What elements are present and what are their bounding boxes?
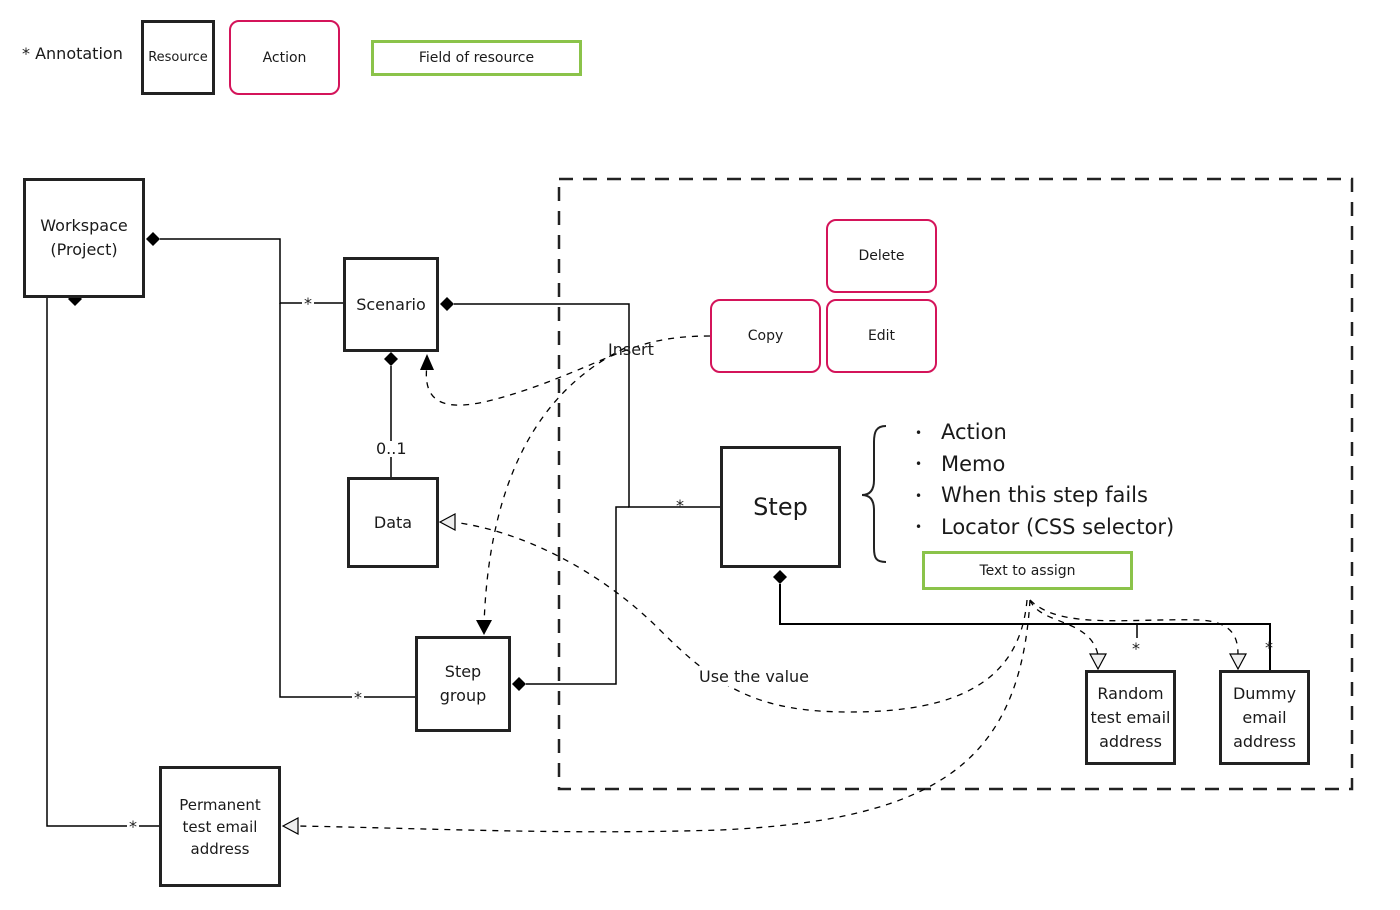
step-group-multiplicity: * (352, 688, 364, 707)
permanent-label-line2: test email (182, 817, 258, 836)
legend-annotation: * Annotation (22, 44, 123, 63)
permanent-label-line3: address (190, 839, 250, 858)
legend-action: Action (229, 20, 340, 95)
legend-resource-label: Resource (148, 49, 208, 65)
text-to-assign-field[interactable]: Text to assign (922, 551, 1133, 590)
stepgroup-step-diamond (512, 677, 526, 691)
data-realization-arrowhead (438, 513, 456, 531)
scenario-insert-arrowhead (420, 354, 434, 370)
copy-label: Copy (747, 328, 784, 344)
insert-label: Insert (608, 340, 654, 359)
scenario-multiplicity: * (302, 294, 314, 313)
dummy-email-resource[interactable]: Dummy email address (1219, 670, 1310, 765)
step-group-label-line1: Step (444, 662, 482, 681)
stepgroup-insert-arrowhead (476, 620, 492, 635)
text-to-assign-label: Text to assign (979, 562, 1076, 579)
step-field-locator: Locator (CSS selector) (941, 514, 1175, 539)
step-field-when-fails: When this step fails (941, 483, 1148, 507)
workspace-permanent-link (46, 298, 159, 827)
dummy-label-line2: email (1242, 707, 1287, 727)
scenario-resource[interactable]: Scenario (343, 257, 439, 352)
dummy-label-line3: address (1233, 731, 1296, 751)
step-fields-list: Action Memo When this step fails Locator… (915, 417, 1174, 543)
random-realization-arrowhead (1089, 653, 1107, 671)
scenario-data-diamond (384, 352, 398, 366)
step-field-item: Memo (915, 449, 1174, 481)
step-field-item: Locator (CSS selector) (915, 512, 1174, 544)
scenario-step-link (454, 303, 720, 508)
use-value-to-permanent-arrow (295, 599, 1031, 833)
permanent-multiplicity: * (127, 817, 139, 836)
workspace-label-line2: (Project) (50, 240, 118, 259)
scenario-label: Scenario (356, 294, 426, 314)
edit-action[interactable]: Edit (826, 299, 937, 373)
step-email-link (779, 584, 1271, 670)
step-field-item: Action (915, 417, 1174, 449)
legend-action-label: Action (262, 49, 307, 66)
data-label: Data (373, 512, 413, 532)
random-multiplicity: * (1132, 639, 1140, 658)
dummy-realization-arrowhead (1229, 653, 1247, 671)
dummy-label-line1: Dummy (1232, 683, 1297, 703)
permanent-email-resource[interactable]: Permanent test email address (159, 766, 281, 887)
random-label-line1: Random (1097, 683, 1164, 703)
step-field-memo: Memo (941, 451, 1006, 476)
random-label-line2: test email (1090, 707, 1171, 727)
stepgroup-step-link (526, 506, 629, 685)
data-multiplicity: 0..1 (374, 439, 409, 458)
random-label-line3: address (1099, 731, 1162, 751)
random-email-resource[interactable]: Random test email address (1085, 670, 1176, 765)
workspace-composition-diamond (146, 232, 160, 246)
use-value-label: Use the value (699, 667, 810, 686)
copy-action[interactable]: Copy (710, 299, 821, 373)
workspace-resource[interactable]: Workspace (Project) (23, 178, 145, 298)
permanent-realization-arrowhead (281, 817, 299, 835)
legend-resource: Resource (141, 20, 215, 95)
workspace-label-line1: Workspace (40, 216, 128, 235)
insert-to-scenario-arrow (425, 335, 711, 406)
legend-field-label: Field of resource (418, 50, 535, 66)
workspace-scenario-link (160, 238, 343, 304)
data-resource[interactable]: Data (347, 477, 439, 568)
step-label: Step (753, 493, 808, 521)
step-multiplicity: * (676, 496, 684, 515)
edit-label: Edit (867, 328, 896, 344)
step-field-item: When this step fails (915, 480, 1174, 512)
legend-field: Field of resource (371, 40, 582, 76)
dummy-multiplicity: * (1265, 638, 1273, 657)
scenario-step-diamond (440, 297, 454, 311)
fields-brace (861, 425, 887, 563)
step-group-resource[interactable]: Step group (415, 636, 511, 732)
step-resource[interactable]: Step (720, 446, 841, 568)
insert-to-stepgroup-arrow (483, 347, 626, 626)
step-composition-diamond (773, 570, 787, 584)
step-group-label-line2: group (439, 686, 487, 705)
delete-label: Delete (858, 248, 905, 264)
permanent-label-line1: Permanent (179, 795, 261, 814)
delete-action[interactable]: Delete (826, 219, 937, 293)
step-field-action: Action (941, 420, 1007, 444)
